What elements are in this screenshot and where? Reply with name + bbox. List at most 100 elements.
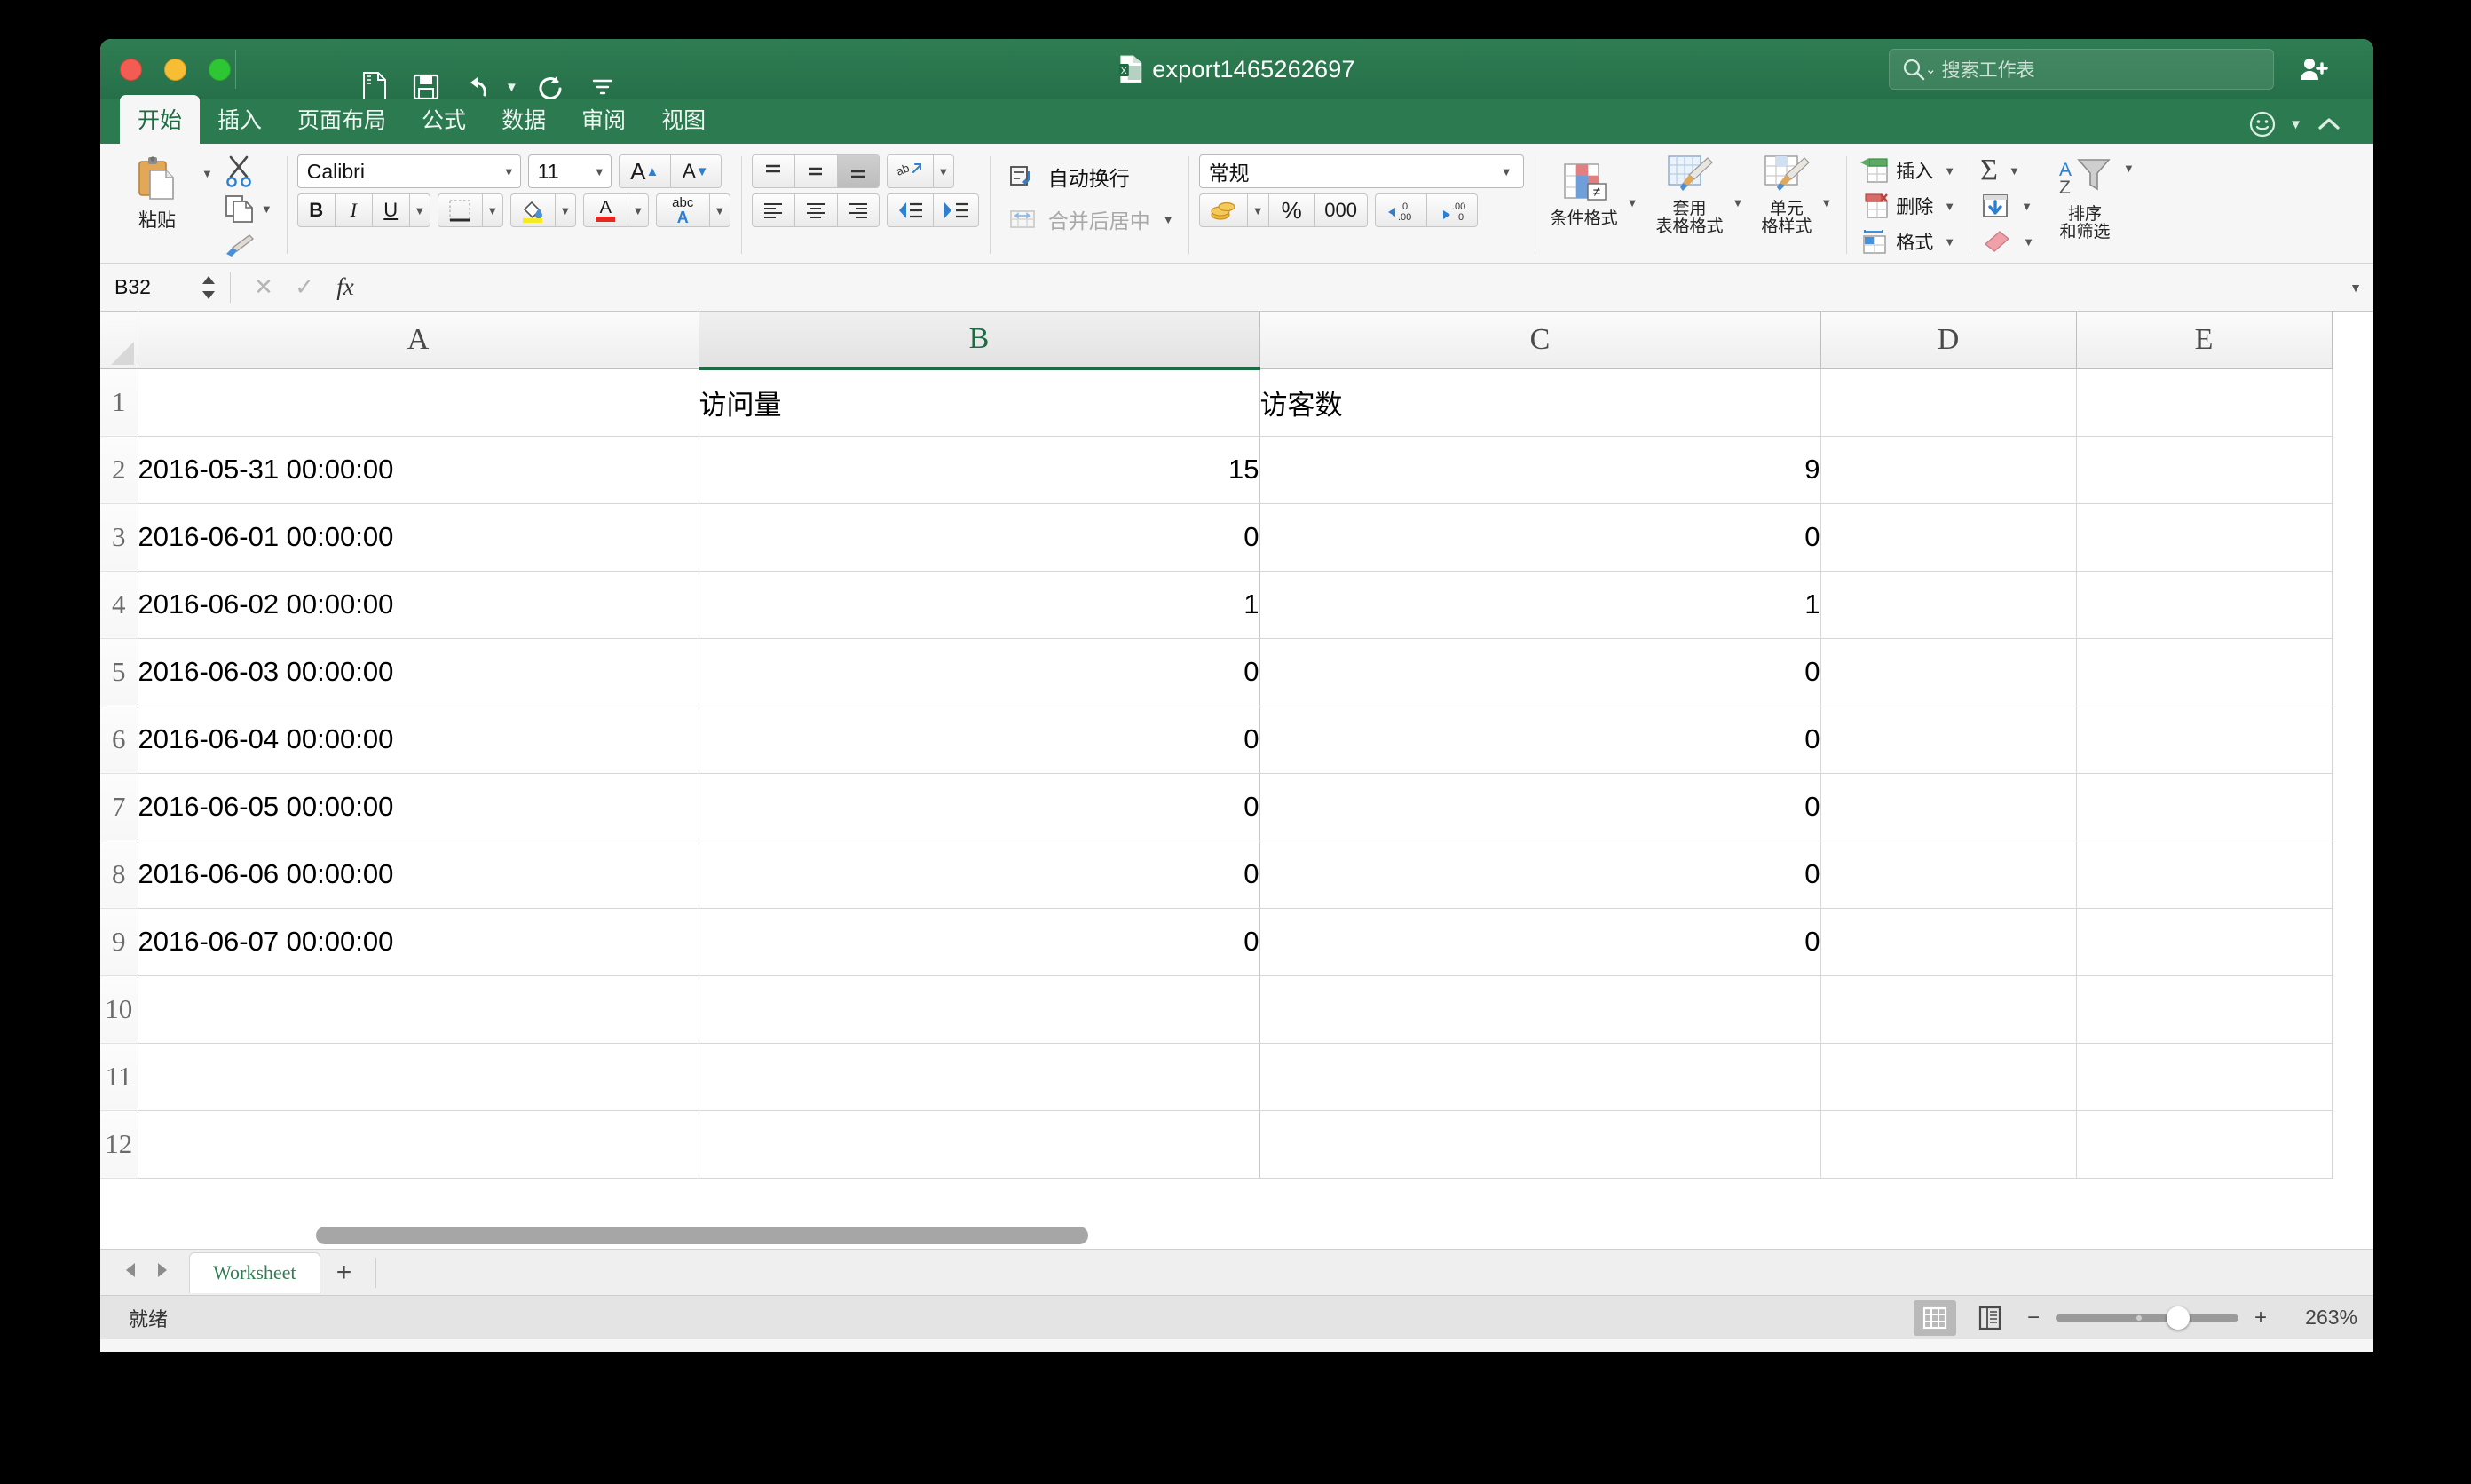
- row-header-9[interactable]: 9: [100, 908, 138, 976]
- sort-filter-button[interactable]: AZ 排序 和筛选: [2050, 154, 2120, 243]
- cell-a2[interactable]: 2016-05-31 00:00:00: [138, 436, 699, 504]
- cell-c7[interactable]: 0: [1259, 773, 1821, 841]
- add-sheet-button[interactable]: +: [320, 1258, 368, 1288]
- cell-c5[interactable]: 0: [1259, 638, 1821, 706]
- decrease-font-size-button[interactable]: A ▼: [669, 154, 722, 188]
- align-center-button[interactable]: [793, 193, 837, 227]
- tab-insert[interactable]: 插入: [200, 95, 280, 144]
- zoom-slider-handle[interactable]: [2166, 1306, 2190, 1330]
- copy-icon[interactable]: [220, 190, 257, 227]
- column-header-b[interactable]: B: [699, 312, 1260, 370]
- cell-styles-dropdown-icon[interactable]: ▼: [1817, 196, 1835, 209]
- wrap-text-button[interactable]: 自动换行: [1009, 158, 1178, 195]
- cell-e4[interactable]: [2076, 571, 2333, 639]
- tab-page-layout[interactable]: 页面布局: [280, 95, 404, 144]
- cell-e2[interactable]: [2076, 436, 2333, 504]
- row-header-6[interactable]: 6: [100, 706, 138, 774]
- cell-c1[interactable]: 访客数: [1259, 368, 1821, 437]
- cell-a11[interactable]: [138, 1043, 699, 1111]
- column-header-a[interactable]: A: [138, 312, 699, 369]
- text-orientation-dropdown-icon[interactable]: ▼: [932, 154, 954, 188]
- cell-d5[interactable]: [1820, 638, 2077, 706]
- merge-center-button[interactable]: 合并后居中 ▼: [1009, 201, 1178, 238]
- insert-cells-dropdown-icon[interactable]: ▼: [1940, 164, 1959, 178]
- phonetic-dropdown-icon[interactable]: ▼: [708, 193, 730, 227]
- fill-color-button[interactable]: [509, 193, 555, 227]
- cell-a7[interactable]: 2016-06-05 00:00:00: [138, 773, 699, 841]
- row-header-4[interactable]: 4: [100, 571, 138, 639]
- zoom-in-button[interactable]: +: [2251, 1306, 2270, 1330]
- cell-a8[interactable]: 2016-06-06 00:00:00: [138, 841, 699, 909]
- row-header-3[interactable]: 3: [100, 503, 138, 572]
- cell-d9[interactable]: [1820, 908, 2077, 976]
- row-header-7[interactable]: 7: [100, 773, 138, 841]
- format-as-table-dropdown-icon[interactable]: ▼: [1729, 196, 1748, 209]
- cell-b6[interactable]: 0: [699, 706, 1260, 774]
- cell-d6[interactable]: [1820, 706, 2077, 774]
- page-layout-view-button[interactable]: [1969, 1300, 2011, 1336]
- column-header-d[interactable]: D: [1820, 312, 2077, 369]
- name-box-spinner[interactable]: [200, 274, 217, 301]
- autosum-button[interactable]: Σ ▼: [1980, 153, 2038, 188]
- cell-b12[interactable]: [699, 1110, 1260, 1179]
- cell-b3[interactable]: 0: [699, 503, 1260, 572]
- number-format-dropdown-icon[interactable]: ▼: [1497, 165, 1521, 178]
- cell-e7[interactable]: [2076, 773, 2333, 841]
- next-sheet-icon[interactable]: [146, 1260, 177, 1285]
- smiley-feedback-icon[interactable]: [2248, 110, 2277, 138]
- font-color-button[interactable]: A: [582, 193, 628, 227]
- smiley-dropdown-icon[interactable]: ▼: [2289, 117, 2302, 132]
- cell-a6[interactable]: 2016-06-04 00:00:00: [138, 706, 699, 774]
- row-header-1[interactable]: 1: [100, 368, 138, 437]
- undo-dropdown-icon[interactable]: ▼: [505, 80, 518, 95]
- cell-b1[interactable]: 访问量: [699, 368, 1260, 437]
- accounting-format-button[interactable]: [1198, 193, 1247, 227]
- tab-formulas[interactable]: 公式: [404, 95, 484, 144]
- cell-c4[interactable]: 1: [1259, 571, 1821, 639]
- align-middle-button[interactable]: [793, 154, 837, 188]
- cell-b5[interactable]: 0: [699, 638, 1260, 706]
- search-dropdown-icon[interactable]: ⌄: [1925, 61, 1937, 77]
- insert-cells-button[interactable]: 插入 ▼: [1857, 153, 1959, 188]
- cell-d11[interactable]: [1820, 1043, 2077, 1111]
- clear-dropdown-icon[interactable]: ▼: [2019, 235, 2038, 249]
- cell-d1[interactable]: [1820, 368, 2077, 437]
- cell-a5[interactable]: 2016-06-03 00:00:00: [138, 638, 699, 706]
- row-header-11[interactable]: 11: [100, 1043, 138, 1111]
- cell-d7[interactable]: [1820, 773, 2077, 841]
- fill-color-dropdown-icon[interactable]: ▼: [554, 193, 576, 227]
- expand-formula-bar-icon[interactable]: ▼: [2338, 280, 2373, 295]
- cell-b4[interactable]: 1: [699, 571, 1260, 639]
- copy-dropdown-icon[interactable]: ▼: [257, 202, 276, 216]
- cell-e1[interactable]: [2076, 368, 2333, 437]
- cell-d12[interactable]: [1820, 1110, 2077, 1179]
- row-header-10[interactable]: 10: [100, 975, 138, 1044]
- font-color-dropdown-icon[interactable]: ▼: [627, 193, 649, 227]
- phonetic-guide-button[interactable]: abc A: [655, 193, 709, 227]
- name-box[interactable]: B32: [114, 275, 196, 299]
- cell-e6[interactable]: [2076, 706, 2333, 774]
- cell-c8[interactable]: 0: [1259, 841, 1821, 909]
- tab-view[interactable]: 视图: [643, 95, 723, 144]
- cell-d3[interactable]: [1820, 503, 2077, 572]
- increase-font-size-button[interactable]: A ▲: [618, 154, 670, 188]
- fill-button[interactable]: ▼: [1980, 188, 2038, 224]
- cell-b11[interactable]: [699, 1043, 1260, 1111]
- font-family-dropdown-icon[interactable]: ▼: [500, 165, 518, 178]
- comma-format-button[interactable]: 000: [1314, 193, 1368, 227]
- sheet-tab-worksheet[interactable]: Worksheet: [189, 1251, 320, 1293]
- cell-b10[interactable]: [699, 975, 1260, 1044]
- cell-styles-button[interactable]: 单元 格样式: [1756, 153, 1817, 238]
- increase-decimal-button[interactable]: .0.00: [1374, 193, 1426, 227]
- format-cells-button[interactable]: 格式 ▼: [1857, 224, 1959, 259]
- cell-e8[interactable]: [2076, 841, 2333, 909]
- accounting-dropdown-icon[interactable]: ▼: [1246, 193, 1268, 227]
- cell-b7[interactable]: 0: [699, 773, 1260, 841]
- tab-data[interactable]: 数据: [484, 95, 564, 144]
- cell-b8[interactable]: 0: [699, 841, 1260, 909]
- row-header-5[interactable]: 5: [100, 638, 138, 706]
- delete-cells-button[interactable]: 删除 ▼: [1857, 188, 1959, 224]
- cell-e12[interactable]: [2076, 1110, 2333, 1179]
- align-right-button[interactable]: [836, 193, 880, 227]
- borders-button[interactable]: [437, 193, 482, 227]
